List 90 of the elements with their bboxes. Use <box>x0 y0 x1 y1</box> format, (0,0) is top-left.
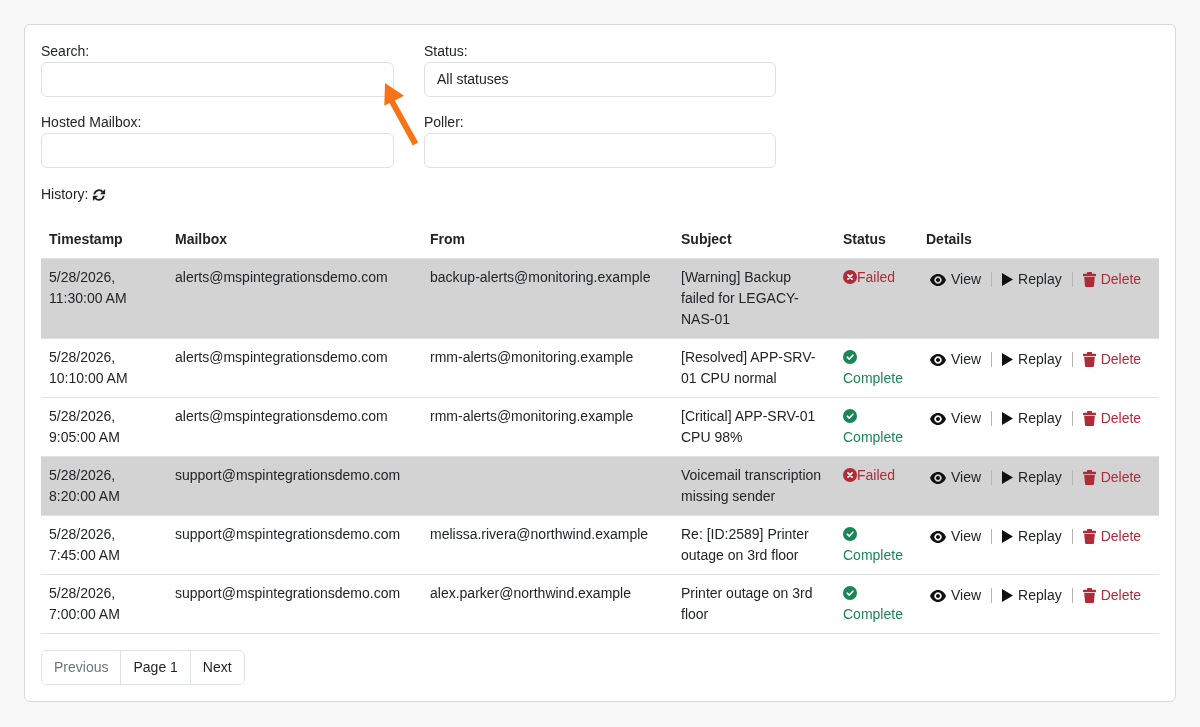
table-cell: support@mspintegrationsdemo.com <box>167 515 422 575</box>
table-cell: [Critical] APP-SRV-01 CPU 98% <box>673 397 835 457</box>
error-icon <box>843 468 857 482</box>
replay-button[interactable]: Replay <box>998 467 1066 488</box>
view-button[interactable]: View <box>926 408 986 429</box>
input-field[interactable] <box>424 133 776 168</box>
play-icon <box>1002 471 1014 484</box>
table-cell: rmm-alerts@monitoring.example <box>422 397 673 457</box>
pagination-button[interactable]: Next <box>189 651 244 684</box>
table-cell: alerts@mspintegrationsdemo.com <box>167 397 422 457</box>
field-label: Status: <box>424 42 468 61</box>
input-field[interactable] <box>41 62 394 97</box>
status-text: Complete <box>843 370 903 386</box>
error-icon <box>843 270 857 284</box>
column-header: Timestamp <box>41 221 167 259</box>
annotation-arrow-icon <box>384 83 420 147</box>
delete-button[interactable]: Delete <box>1078 408 1146 429</box>
table-cell: support@mspintegrationsdemo.com <box>167 574 422 634</box>
play-icon <box>1002 412 1014 425</box>
replay-button[interactable]: Replay <box>998 408 1066 429</box>
delete-button[interactable]: Delete <box>1078 526 1146 547</box>
table-cell: 5/28/2026, 7:45:00 AM <box>41 515 167 575</box>
table-cell: backup-alerts@monitoring.example <box>422 258 673 339</box>
check-circle-icon <box>843 527 857 541</box>
input-field[interactable]: All statuses <box>424 62 776 97</box>
status-text: Complete <box>843 606 903 622</box>
delete-button[interactable]: Delete <box>1078 269 1146 290</box>
table-cell: support@mspintegrationsdemo.com <box>167 456 422 516</box>
view-button[interactable]: View <box>926 467 986 488</box>
trash-icon <box>1082 470 1096 485</box>
eye-icon <box>930 412 946 425</box>
delete-button[interactable]: Delete <box>1078 349 1146 370</box>
column-header: Subject <box>673 221 835 259</box>
table-cell: Voicemail transcription missing sender <box>673 456 835 516</box>
check-circle-icon <box>843 409 857 423</box>
status-text: Complete <box>843 547 903 563</box>
delete-button[interactable]: Delete <box>1078 467 1146 488</box>
table-cell: rmm-alerts@monitoring.example <box>422 338 673 398</box>
trash-icon <box>1082 529 1096 544</box>
view-button[interactable]: View <box>926 526 986 547</box>
table-cell: melissa.rivera@northwind.example <box>422 515 673 575</box>
play-icon <box>1002 353 1014 366</box>
column-header: Details <box>918 221 1159 259</box>
field-label: Search: <box>41 42 90 61</box>
trash-icon <box>1082 411 1096 426</box>
column-header: From <box>422 221 673 259</box>
table-cell: [Warning] Backup failed for LEGACY-NAS-01 <box>673 258 835 339</box>
field-label: Poller: <box>424 113 464 132</box>
status-text: Complete <box>843 429 903 445</box>
check-circle-icon <box>843 586 857 600</box>
view-button[interactable]: View <box>926 349 986 370</box>
table-cell: [Resolved] APP-SRV-01 CPU normal <box>673 338 835 398</box>
refresh-icon <box>92 187 107 202</box>
table-cell: 5/28/2026, 10:10:00 AM <box>41 338 167 398</box>
play-icon <box>1002 530 1014 543</box>
replay-button[interactable]: Replay <box>998 349 1066 370</box>
table-cell: alerts@mspintegrationsdemo.com <box>167 338 422 398</box>
play-icon <box>1002 589 1014 602</box>
status-text: Failed <box>857 269 896 285</box>
field-label: Hosted Mailbox: <box>41 113 142 132</box>
table-cell: 5/28/2026, 8:20:00 AM <box>41 456 167 516</box>
table-cell: 5/28/2026, 9:05:00 AM <box>41 397 167 457</box>
view-button[interactable]: View <box>926 269 986 290</box>
replay-button[interactable]: Replay <box>998 585 1066 606</box>
table-cell: alex.parker@northwind.example <box>422 574 673 634</box>
replay-button[interactable]: Replay <box>998 526 1066 547</box>
trash-icon <box>1082 588 1096 603</box>
column-header: Mailbox <box>167 221 422 259</box>
delete-button[interactable]: Delete <box>1078 585 1146 606</box>
column-header: Status <box>835 221 918 259</box>
eye-icon <box>930 471 946 484</box>
eye-icon <box>930 530 946 543</box>
eye-icon <box>930 353 946 366</box>
history-label: History: <box>41 185 89 204</box>
eye-icon <box>930 589 946 602</box>
refresh-button[interactable] <box>92 187 107 202</box>
table-cell: 5/28/2026, 11:30:00 AM <box>41 258 167 339</box>
eye-icon <box>930 273 946 286</box>
table-cell: Printer outage on 3rd floor <box>673 574 835 634</box>
status-text: Failed <box>857 467 896 483</box>
table-cell: 5/28/2026, 7:00:00 AM <box>41 574 167 634</box>
play-icon <box>1002 273 1014 286</box>
replay-button[interactable]: Replay <box>998 269 1066 290</box>
check-circle-icon <box>843 350 857 364</box>
view-button[interactable]: View <box>926 585 986 606</box>
trash-icon <box>1082 352 1096 367</box>
trash-icon <box>1082 272 1096 287</box>
table-cell: Re: [ID:2589] Printer outage on 3rd floor <box>673 515 835 575</box>
input-field[interactable] <box>41 133 394 168</box>
table-cell: alerts@mspintegrationsdemo.com <box>167 258 422 339</box>
